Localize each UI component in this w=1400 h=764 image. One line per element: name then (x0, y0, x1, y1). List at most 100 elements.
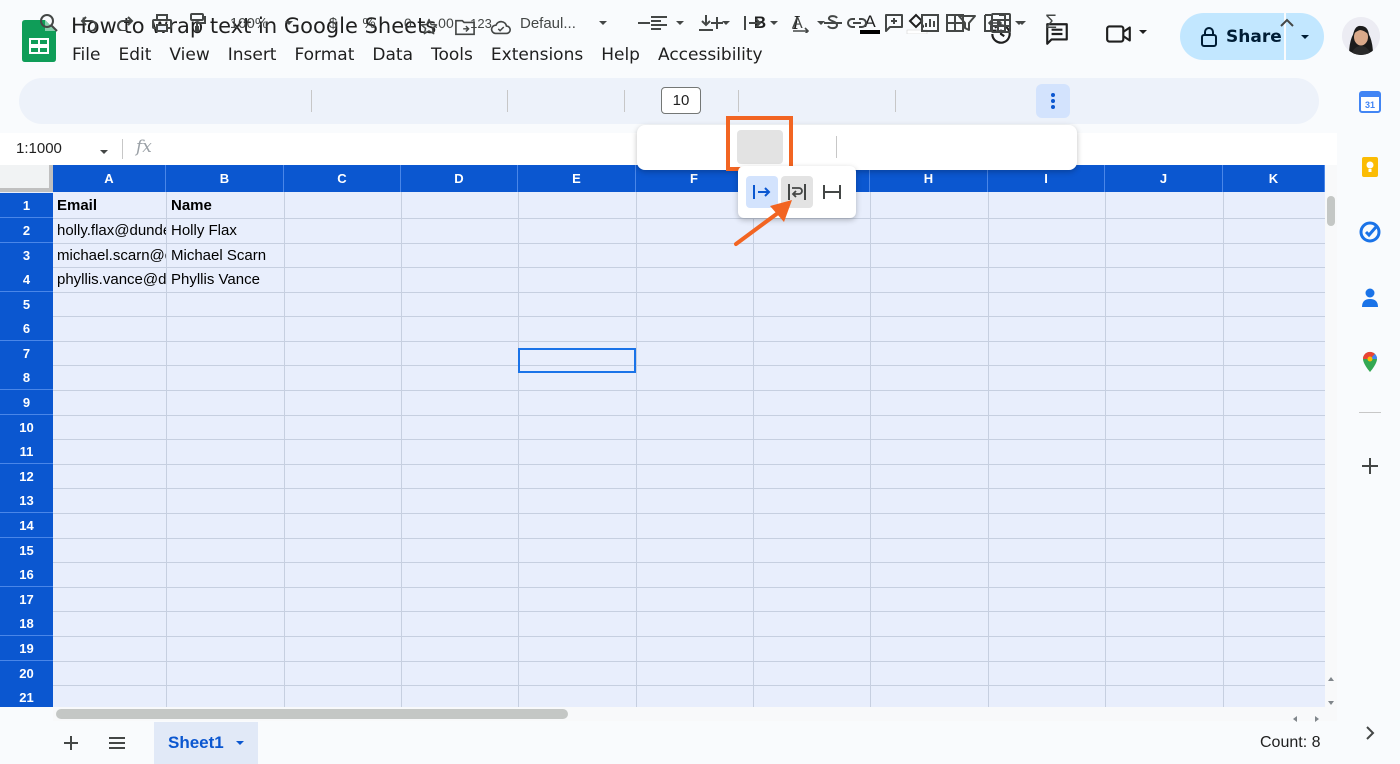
insert-link-icon[interactable] (846, 11, 868, 35)
active-cell-e14[interactable] (518, 348, 636, 373)
cell-b2[interactable]: Holly Flax (167, 219, 284, 243)
keep-icon[interactable] (1359, 156, 1381, 178)
row-header-18[interactable]: 18 (0, 611, 53, 636)
get-addons-icon[interactable] (1359, 455, 1381, 477)
cell-b4[interactable]: Phyllis Vance (167, 268, 284, 292)
row-header-20[interactable]: 20 (0, 661, 53, 686)
zoom-select[interactable]: 100% (226, 11, 272, 35)
paint-format-icon[interactable] (186, 11, 210, 35)
collapse-menus-icon[interactable] (1276, 11, 1298, 35)
vertical-align-caret-icon[interactable] (720, 11, 732, 35)
meet-caret-icon[interactable] (1137, 25, 1149, 43)
expand-panel-icon[interactable] (1359, 722, 1381, 744)
selection-count[interactable]: Count: 8 (1260, 734, 1320, 752)
menu-edit[interactable]: Edit (109, 44, 160, 66)
scroll-up-icon[interactable] (1327, 670, 1335, 688)
row-header-6[interactable]: 6 (0, 316, 53, 341)
row-header-15[interactable]: 15 (0, 538, 53, 563)
row-header-7[interactable]: 7 (0, 341, 53, 366)
spreadsheet-grid[interactable]: A B C D E F G H I J K 1 2 3 4 5 6 7 8 9 … (0, 165, 1325, 707)
add-sheet-icon[interactable] (60, 732, 82, 754)
undo-icon[interactable] (78, 11, 100, 35)
sheet-tab-caret-icon[interactable] (234, 737, 246, 749)
horizontal-scroll-thumb[interactable] (56, 709, 568, 719)
name-box-caret-icon[interactable] (98, 145, 110, 163)
horizontal-align-caret-icon[interactable] (674, 11, 686, 35)
column-header-a[interactable]: A (53, 165, 166, 192)
all-sheets-menu-icon[interactable] (106, 732, 128, 754)
insert-chart-icon[interactable] (919, 11, 941, 35)
font-caret-icon[interactable] (596, 11, 610, 35)
row-header-19[interactable]: 19 (0, 636, 53, 661)
row-header-9[interactable]: 9 (0, 390, 53, 415)
menu-data[interactable]: Data (363, 44, 422, 66)
row-header-11[interactable]: 11 (0, 439, 53, 464)
menu-accessibility[interactable]: Accessibility (649, 44, 772, 66)
menu-extensions[interactable]: Extensions (482, 44, 592, 66)
menu-tools[interactable]: Tools (422, 44, 482, 66)
cell-b1[interactable]: Name (167, 194, 284, 218)
percent-format-button[interactable]: % (358, 11, 380, 35)
menu-format[interactable]: Format (285, 44, 363, 66)
row-header-12[interactable]: 12 (0, 464, 53, 489)
filter-views-icon[interactable] (990, 11, 1012, 35)
column-header-j[interactable]: J (1105, 165, 1223, 192)
menu-view[interactable]: View (160, 44, 218, 66)
decrease-decimal-button[interactable]: .0 (394, 11, 418, 35)
calendar-icon[interactable]: 31 (1359, 91, 1381, 113)
redo-icon[interactable] (114, 11, 136, 35)
row-header-21[interactable]: 21 (0, 685, 53, 707)
menu-insert[interactable]: Insert (219, 44, 286, 66)
insert-comment-icon[interactable] (883, 11, 905, 35)
column-header-c[interactable]: C (284, 165, 401, 192)
vertical-scrollbar[interactable] (1325, 165, 1337, 707)
increase-decimal-button[interactable]: .00 (430, 11, 458, 35)
font-select[interactable]: Defaul... (520, 11, 586, 35)
row-header-3[interactable]: 3 (0, 243, 53, 268)
tasks-icon[interactable] (1359, 221, 1381, 243)
cell-b3[interactable]: Michael Scarn (167, 244, 284, 268)
select-all-corner[interactable] (0, 165, 53, 192)
more-options-button[interactable] (1036, 84, 1070, 118)
cell-a2[interactable]: holly.flax@dundermifflin.com (53, 219, 166, 243)
row-header-16[interactable]: 16 (0, 562, 53, 587)
column-header-d[interactable]: D (401, 165, 518, 192)
horizontal-align-icon[interactable] (648, 11, 670, 35)
zoom-caret-icon[interactable] (282, 11, 296, 35)
vertical-align-icon[interactable] (695, 11, 717, 35)
name-box[interactable]: 1:1000 (16, 140, 62, 157)
column-header-k[interactable]: K (1223, 165, 1325, 192)
maps-icon[interactable] (1359, 351, 1381, 373)
column-header-b[interactable]: B (166, 165, 284, 192)
filter-views-caret-icon[interactable] (1016, 11, 1028, 35)
row-header-4[interactable]: 4 (0, 267, 53, 292)
row-header-13[interactable]: 13 (0, 488, 53, 513)
menu-file[interactable]: File (63, 44, 109, 66)
functions-button[interactable]: Σ (1040, 11, 1062, 35)
cell-a4[interactable]: phyllis.vance@dundermifflin.com (53, 268, 166, 292)
row-header-10[interactable]: 10 (0, 415, 53, 440)
wrap-clip-icon[interactable] (816, 176, 848, 208)
text-wrapping-icon[interactable] (742, 11, 764, 35)
share-button[interactable]: Share (1180, 13, 1324, 60)
filter-icon[interactable] (956, 11, 978, 35)
avatar[interactable] (1342, 17, 1380, 55)
print-icon[interactable] (150, 11, 174, 35)
row-header-8[interactable]: 8 (0, 365, 53, 390)
font-size-input[interactable]: 10 (661, 87, 701, 114)
currency-format-button[interactable]: $ (322, 11, 344, 35)
row-header-1[interactable]: 1 (0, 193, 53, 218)
text-wrapping-caret-icon[interactable] (768, 11, 780, 35)
contacts-icon[interactable] (1359, 286, 1381, 308)
row-header-17[interactable]: 17 (0, 587, 53, 612)
meet-icon[interactable] (1103, 18, 1135, 50)
menu-help[interactable]: Help (592, 44, 649, 66)
text-rotation-caret-icon[interactable] (815, 11, 827, 35)
row-header-5[interactable]: 5 (0, 292, 53, 317)
sheet-tab-sheet1[interactable]: Sheet1 (154, 722, 258, 764)
column-header-e[interactable]: E (518, 165, 636, 192)
text-rotation-button[interactable]: A (790, 11, 812, 35)
row-header-2[interactable]: 2 (0, 218, 53, 243)
search-menus-icon[interactable] (38, 11, 60, 35)
vertical-scroll-thumb[interactable] (1327, 196, 1335, 226)
